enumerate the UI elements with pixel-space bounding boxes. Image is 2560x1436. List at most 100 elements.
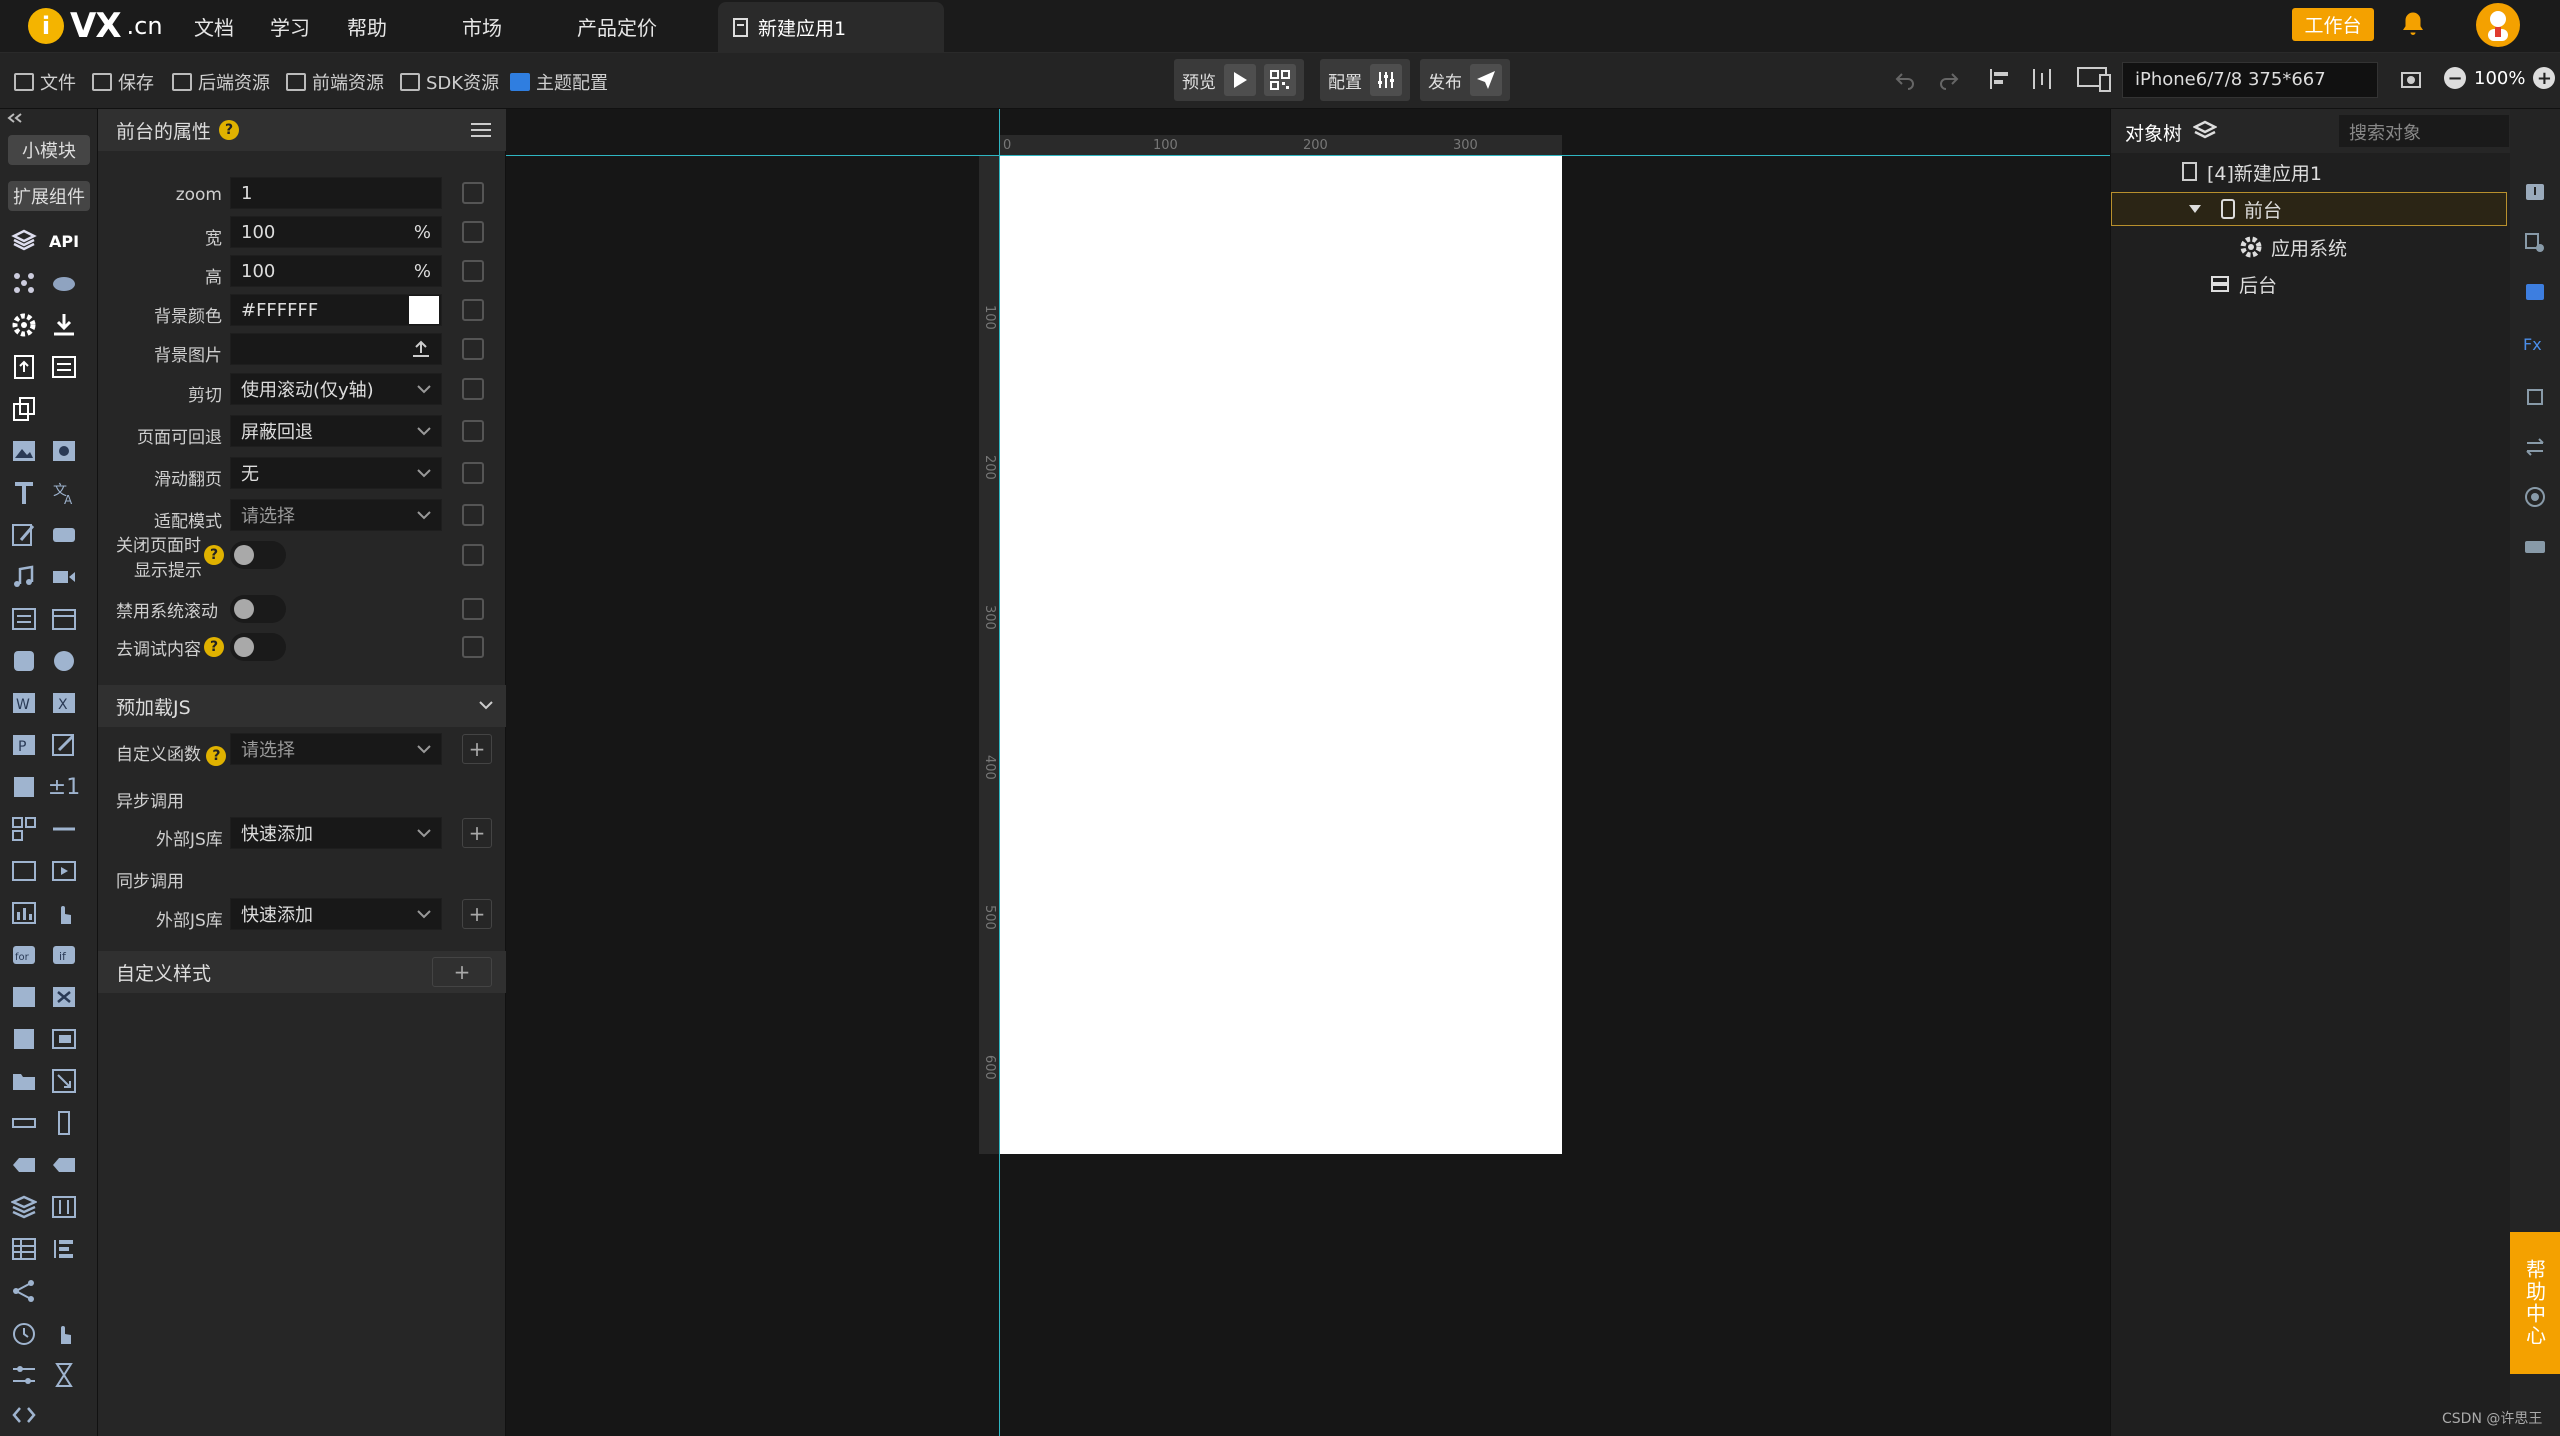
frontend-resources[interactable]: 前端资源: [286, 69, 384, 95]
caret-down-icon[interactable]: [2188, 203, 2202, 215]
tree-node-frontend[interactable]: 前台: [2111, 192, 2507, 226]
zoom-out-icon[interactable]: −: [2444, 67, 2466, 89]
menu-icon[interactable]: [470, 121, 492, 139]
cloud-icon[interactable]: [50, 269, 78, 297]
download-icon[interactable]: [50, 311, 78, 339]
html-icon[interactable]: [10, 647, 38, 675]
player-icon[interactable]: [50, 857, 78, 885]
screenshot-icon[interactable]: [2400, 69, 2422, 91]
text-icon[interactable]: [10, 479, 38, 507]
help-icon[interactable]: ?: [204, 545, 224, 565]
divider-icon[interactable]: [50, 815, 78, 843]
device-select[interactable]: iPhone6/7/8 375*667: [2122, 62, 2378, 98]
toggle-switch[interactable]: [230, 541, 286, 569]
upload-icon[interactable]: [411, 339, 431, 359]
card-icon[interactable]: [10, 1025, 38, 1053]
qrcode-button[interactable]: [1264, 64, 1296, 96]
folder-icon[interactable]: [10, 1067, 38, 1095]
phone-page[interactable]: [999, 155, 1562, 1154]
live-icon[interactable]: [10, 857, 38, 885]
redo-icon[interactable]: [1938, 69, 1960, 91]
calendar-icon[interactable]: [50, 605, 78, 633]
nav-docs[interactable]: 文档: [194, 12, 234, 41]
help-icon[interactable]: ?: [204, 637, 224, 657]
adjust-icon[interactable]: [10, 1361, 38, 1389]
event-icon[interactable]: [2523, 281, 2547, 305]
tree-node-app[interactable]: [4]新建应用1: [2181, 155, 2322, 189]
add-async-js-button[interactable]: +: [462, 818, 492, 848]
upload-file-icon[interactable]: [10, 353, 38, 381]
custom-func-select[interactable]: 请选择: [230, 733, 442, 765]
code-icon[interactable]: [10, 1401, 38, 1429]
table-icon[interactable]: [10, 1235, 38, 1263]
tree-node-app-system[interactable]: 应用系统: [2239, 230, 2347, 264]
function-icon[interactable]: Fx: [2523, 335, 2547, 359]
form-icon[interactable]: [50, 353, 78, 381]
excel-icon[interactable]: X: [50, 689, 78, 717]
prop-input[interactable]: 1: [230, 177, 442, 209]
async-ext-js-select[interactable]: 快速添加: [230, 817, 442, 849]
collapse-icon[interactable]: [6, 113, 24, 123]
puzzle-icon[interactable]: [10, 773, 38, 801]
window-icon[interactable]: [50, 1025, 78, 1053]
chart-icon[interactable]: [10, 899, 38, 927]
video-icon[interactable]: [50, 563, 78, 591]
small-module-button[interactable]: 小模块: [8, 135, 90, 165]
dots-icon[interactable]: [10, 1109, 38, 1137]
plus-minus-icon[interactable]: ±1: [48, 773, 80, 801]
formula-icon[interactable]: [10, 983, 38, 1011]
record-icon[interactable]: [2523, 485, 2547, 509]
tree-node-backend[interactable]: 后台: [2209, 267, 2277, 301]
image-icon[interactable]: [10, 437, 38, 465]
edit-icon[interactable]: [10, 521, 38, 549]
nav-learn[interactable]: 学习: [270, 12, 310, 41]
copy-icon[interactable]: [462, 299, 484, 321]
copy-icon[interactable]: [462, 636, 484, 658]
publish-button[interactable]: [1470, 64, 1502, 96]
config-button[interactable]: [1370, 64, 1402, 96]
prop-input[interactable]: 100%: [230, 255, 442, 287]
prop-input[interactable]: 屏蔽回退: [230, 415, 442, 447]
zoom-in-icon[interactable]: +: [2533, 67, 2556, 89]
copy-icon[interactable]: [462, 462, 484, 484]
preload-js-header[interactable]: 预加载JS: [98, 685, 506, 727]
qrcode-comp-icon[interactable]: [10, 815, 38, 843]
copy-icon[interactable]: [462, 544, 484, 566]
help-icon[interactable]: ?: [219, 120, 240, 140]
prop-input[interactable]: 请选择: [230, 499, 442, 531]
nav-pricing[interactable]: 产品定价: [577, 12, 657, 41]
prop-input[interactable]: 无: [230, 457, 442, 489]
swap-icon[interactable]: [2523, 435, 2547, 459]
avatar[interactable]: [2476, 3, 2520, 47]
word-icon[interactable]: W: [10, 689, 38, 717]
nav-market[interactable]: 市场: [462, 12, 502, 41]
translate-icon[interactable]: 文A: [50, 479, 78, 507]
guide-line-horizontal[interactable]: [506, 155, 2110, 156]
hourglass-icon[interactable]: [50, 1361, 78, 1389]
logo[interactable]: i VX .cn: [28, 6, 163, 46]
save-button[interactable]: 保存: [92, 69, 154, 95]
color-swatch[interactable]: [409, 296, 439, 324]
px-icon[interactable]: [10, 1151, 38, 1179]
copy-page-icon[interactable]: [10, 395, 38, 423]
mobile-icon[interactable]: [50, 1109, 78, 1137]
align-left-icon[interactable]: [1988, 67, 2012, 91]
copy-icon[interactable]: [462, 260, 484, 282]
copy-icon[interactable]: [462, 221, 484, 243]
prop-input[interactable]: 100%: [230, 216, 442, 248]
add-custom-style-button[interactable]: +: [432, 957, 492, 987]
gear-icon[interactable]: [10, 311, 38, 339]
close-box-icon[interactable]: [50, 983, 78, 1011]
copy-icon[interactable]: [2523, 385, 2547, 409]
sync-ext-js-select[interactable]: 快速添加: [230, 898, 442, 930]
toggle-switch[interactable]: [230, 595, 286, 623]
help-icon[interactable]: ?: [206, 746, 227, 766]
theme-config[interactable]: 主题配置: [510, 69, 608, 95]
touch-icon[interactable]: [50, 899, 78, 927]
tree-list-icon[interactable]: [50, 1235, 78, 1263]
copy-icon[interactable]: [462, 378, 484, 400]
share-icon[interactable]: [10, 1277, 38, 1305]
backend-resources[interactable]: 后端资源: [172, 69, 270, 95]
distribute-icon[interactable]: [2030, 67, 2054, 91]
json-icon[interactable]: [50, 647, 78, 675]
